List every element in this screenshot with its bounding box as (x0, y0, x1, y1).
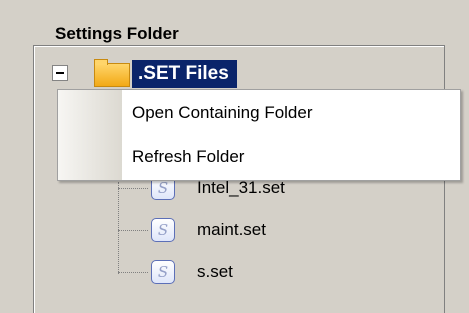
menu-icon-gutter (58, 90, 122, 180)
group-title: Settings Folder (52, 23, 182, 45)
context-menu: Open Containing Folder Refresh Folder (57, 89, 461, 181)
folder-icon (94, 59, 130, 87)
menu-item-open-containing-folder[interactable]: Open Containing Folder (132, 93, 313, 133)
collapse-toggle-icon[interactable] (52, 65, 68, 81)
set-file-icon: S (151, 260, 175, 284)
tree-connector-line (118, 182, 119, 274)
file-label: maint.set (197, 220, 266, 239)
tree-connector (118, 230, 148, 231)
file-label: s.set (197, 262, 233, 281)
set-file-icon: S (151, 218, 175, 242)
tree-connector (118, 188, 148, 189)
tree-root-label[interactable]: .SET Files (132, 60, 237, 88)
tree-connector (118, 272, 148, 273)
menu-item-refresh-folder[interactable]: Refresh Folder (132, 137, 244, 177)
